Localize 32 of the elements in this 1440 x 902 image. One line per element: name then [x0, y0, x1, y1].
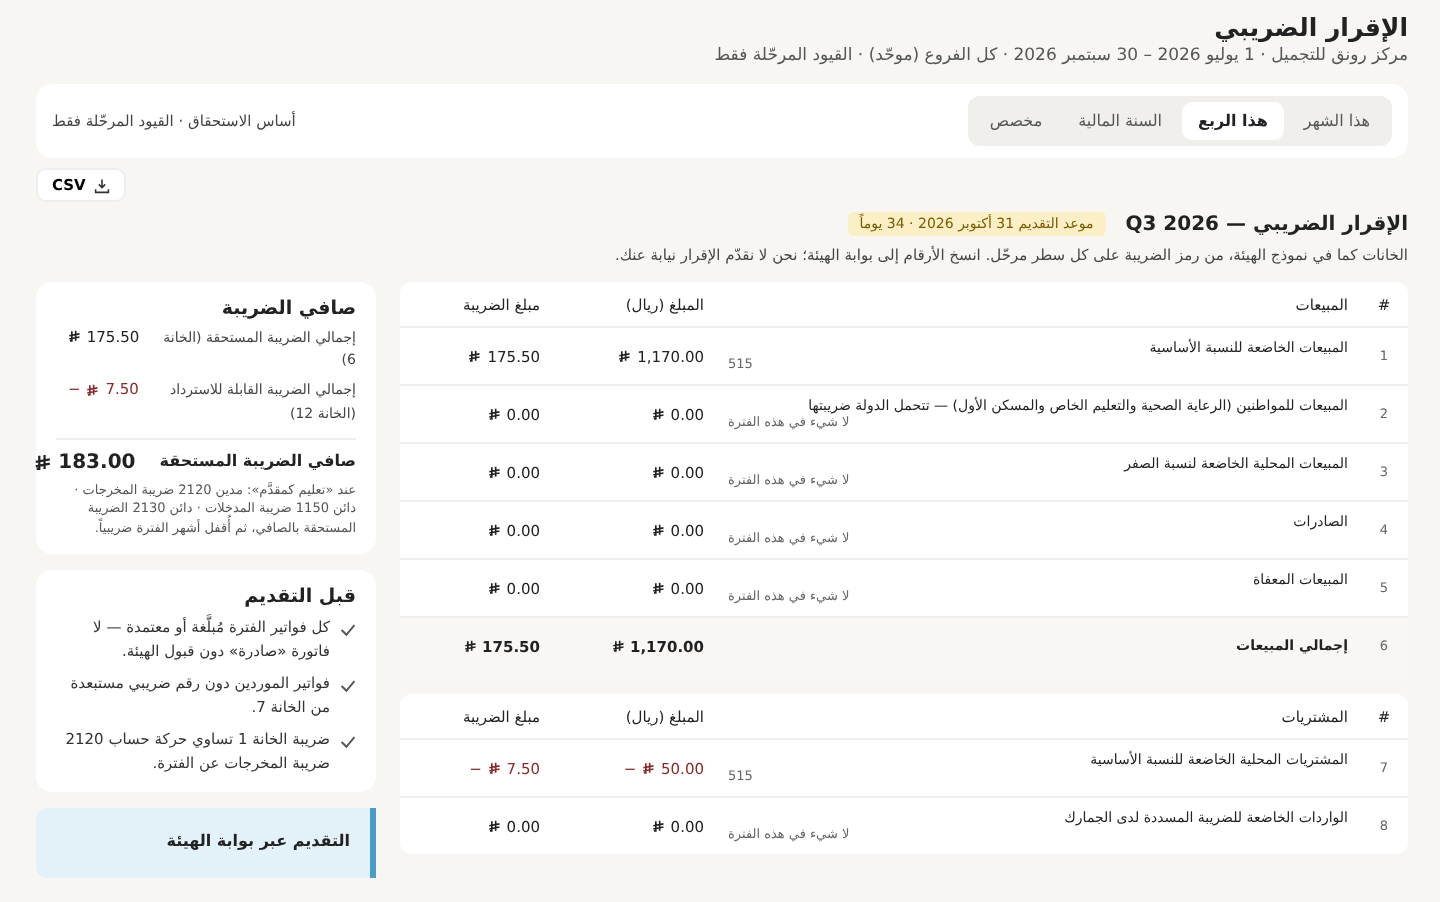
download-icon	[93, 177, 110, 193]
return-title: الإقرار الضريبي — Q3 2026	[1125, 213, 1408, 235]
riyal-icon	[487, 407, 501, 421]
riyal-icon	[651, 465, 665, 479]
riyal-icon	[487, 465, 501, 479]
riyal-icon	[642, 761, 656, 775]
period-tab[interactable]: مخصص	[973, 102, 1059, 140]
period-tab[interactable]: هذا الشهر	[1287, 102, 1386, 140]
riyal-icon	[651, 581, 665, 595]
riyal-icon	[611, 639, 624, 653]
riyal-icon	[651, 523, 665, 537]
period-tab[interactable]: هذا الربع	[1182, 102, 1284, 140]
card-title: قبل التقديم	[242, 586, 356, 609]
page-subtitle: مركز رونق للتجميل · 1 يوليو 2026 – 30 سبتمبر 2026 · كل الفروع (موحّد) · القيود المرحّلة فقط	[712, 46, 1408, 66]
riyal-icon	[651, 819, 665, 833]
riyal-icon	[468, 349, 482, 363]
net-label: صافي الضريبة المستحقة	[159, 451, 356, 470]
riyal-icon	[487, 581, 501, 595]
amount: 183.00	[58, 451, 136, 474]
riyal-icon	[487, 523, 501, 537]
riyal-icon	[68, 330, 81, 344]
riyal-icon	[651, 407, 665, 421]
riyal-icon	[86, 383, 100, 397]
period-tab[interactable]: السنة المالية	[1062, 102, 1179, 140]
card-title: صافي الضريبة	[219, 298, 356, 320]
riyal-icon	[463, 639, 477, 653]
riyal-icon	[487, 761, 501, 775]
page-title: الإقرار الضريبي	[1212, 12, 1408, 42]
riyal-icon	[34, 453, 53, 472]
riyal-icon	[618, 349, 632, 363]
riyal-icon	[487, 819, 501, 833]
card-title: التقديم عبر بوابة الهيئة	[166, 832, 350, 851]
